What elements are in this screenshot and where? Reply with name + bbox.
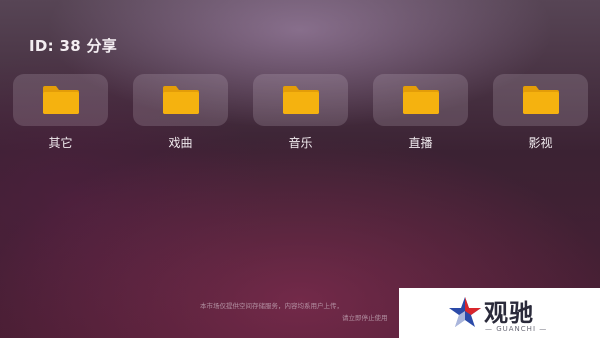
folder-icon [42, 86, 79, 114]
star-logo-icon [449, 297, 481, 327]
folder-card[interactable] [133, 74, 228, 126]
folder-list: 其它 戏曲 音乐 直播 影视 [13, 74, 588, 151]
folder-item-film[interactable]: 影视 [493, 74, 588, 151]
folder-item-other[interactable]: 其它 [13, 74, 108, 151]
disclaimer-line-1: 本市场仅提供空间存储服务，内容均系用户上传， [200, 302, 343, 310]
folder-label: 戏曲 [168, 136, 193, 150]
folder-card[interactable] [253, 74, 348, 126]
folder-icon [162, 86, 199, 114]
folder-item-opera[interactable]: 戏曲 [133, 74, 228, 151]
folder-label: 其它 [48, 136, 73, 150]
folder-card[interactable] [493, 74, 588, 126]
watermark-text: 观驰 [484, 299, 534, 327]
folder-label: 直播 [408, 136, 433, 150]
disclaimer-text: 本市场仅提供空间存储服务，内容均系用户上传， 请立即停止使用 [200, 300, 410, 324]
watermark-logo: 观驰 — GUANCHI — [399, 288, 600, 338]
folder-card[interactable] [373, 74, 468, 126]
disclaimer-line-2: 请立即停止使用 [342, 314, 388, 322]
folder-label: 音乐 [288, 136, 313, 150]
folder-item-music[interactable]: 音乐 [253, 74, 348, 151]
watermark-subtext: — GUANCHI — [485, 325, 548, 333]
folder-icon [282, 86, 319, 114]
page-title: ID: 38 分享 [29, 37, 118, 55]
folder-icon [522, 86, 559, 114]
folder-label: 影视 [528, 136, 553, 150]
folder-card[interactable] [13, 74, 108, 126]
folder-item-live[interactable]: 直播 [373, 74, 468, 151]
folder-icon [402, 86, 439, 114]
